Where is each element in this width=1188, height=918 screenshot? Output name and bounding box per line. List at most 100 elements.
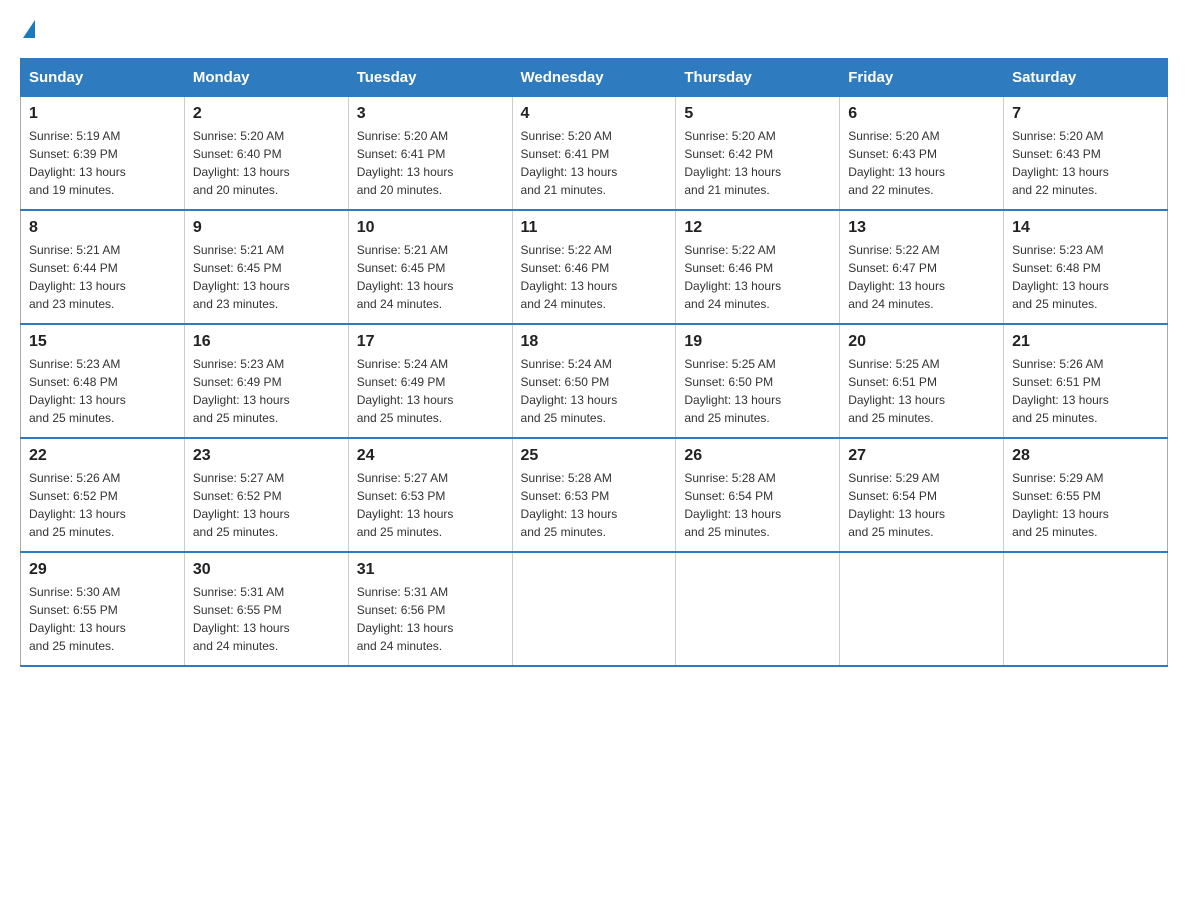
day-number: 1 — [29, 105, 176, 123]
calendar-cell: 2 Sunrise: 5:20 AM Sunset: 6:40 PM Dayli… — [184, 97, 348, 211]
day-number: 19 — [684, 333, 831, 351]
day-number: 13 — [848, 219, 995, 237]
logo-triangle-icon — [23, 20, 35, 38]
day-info: Sunrise: 5:31 AM Sunset: 6:56 PM Dayligh… — [357, 583, 504, 655]
calendar-cell: 26 Sunrise: 5:28 AM Sunset: 6:54 PM Dayl… — [676, 438, 840, 552]
calendar-cell: 24 Sunrise: 5:27 AM Sunset: 6:53 PM Dayl… — [348, 438, 512, 552]
day-number: 3 — [357, 105, 504, 123]
day-number: 6 — [848, 105, 995, 123]
day-number: 17 — [357, 333, 504, 351]
day-number: 22 — [29, 447, 176, 465]
day-number: 30 — [193, 561, 340, 579]
day-number: 8 — [29, 219, 176, 237]
day-info: Sunrise: 5:20 AM Sunset: 6:41 PM Dayligh… — [521, 127, 668, 199]
day-number: 31 — [357, 561, 504, 579]
calendar-cell: 10 Sunrise: 5:21 AM Sunset: 6:45 PM Dayl… — [348, 210, 512, 324]
day-number: 26 — [684, 447, 831, 465]
calendar-cell: 8 Sunrise: 5:21 AM Sunset: 6:44 PM Dayli… — [21, 210, 185, 324]
header-sunday: Sunday — [21, 59, 185, 97]
calendar-cell: 13 Sunrise: 5:22 AM Sunset: 6:47 PM Dayl… — [840, 210, 1004, 324]
day-number: 7 — [1012, 105, 1159, 123]
day-number: 23 — [193, 447, 340, 465]
day-info: Sunrise: 5:25 AM Sunset: 6:50 PM Dayligh… — [684, 355, 831, 427]
day-info: Sunrise: 5:22 AM Sunset: 6:46 PM Dayligh… — [684, 241, 831, 313]
calendar-cell: 11 Sunrise: 5:22 AM Sunset: 6:46 PM Dayl… — [512, 210, 676, 324]
day-number: 29 — [29, 561, 176, 579]
day-info: Sunrise: 5:27 AM Sunset: 6:53 PM Dayligh… — [357, 469, 504, 541]
calendar-cell: 21 Sunrise: 5:26 AM Sunset: 6:51 PM Dayl… — [1004, 324, 1168, 438]
calendar-cell — [840, 552, 1004, 666]
calendar-table: SundayMondayTuesdayWednesdayThursdayFrid… — [20, 58, 1168, 667]
day-info: Sunrise: 5:21 AM Sunset: 6:45 PM Dayligh… — [357, 241, 504, 313]
header-tuesday: Tuesday — [348, 59, 512, 97]
day-info: Sunrise: 5:20 AM Sunset: 6:41 PM Dayligh… — [357, 127, 504, 199]
day-number: 4 — [521, 105, 668, 123]
calendar-cell: 6 Sunrise: 5:20 AM Sunset: 6:43 PM Dayli… — [840, 97, 1004, 211]
calendar-cell: 19 Sunrise: 5:25 AM Sunset: 6:50 PM Dayl… — [676, 324, 840, 438]
calendar-cell: 27 Sunrise: 5:29 AM Sunset: 6:54 PM Dayl… — [840, 438, 1004, 552]
calendar-cell: 30 Sunrise: 5:31 AM Sunset: 6:55 PM Dayl… — [184, 552, 348, 666]
week-row-5: 29 Sunrise: 5:30 AM Sunset: 6:55 PM Dayl… — [21, 552, 1168, 666]
day-number: 28 — [1012, 447, 1159, 465]
calendar-cell: 18 Sunrise: 5:24 AM Sunset: 6:50 PM Dayl… — [512, 324, 676, 438]
calendar-cell: 15 Sunrise: 5:23 AM Sunset: 6:48 PM Dayl… — [21, 324, 185, 438]
calendar-cell: 25 Sunrise: 5:28 AM Sunset: 6:53 PM Dayl… — [512, 438, 676, 552]
calendar-cell: 20 Sunrise: 5:25 AM Sunset: 6:51 PM Dayl… — [840, 324, 1004, 438]
day-info: Sunrise: 5:20 AM Sunset: 6:43 PM Dayligh… — [1012, 127, 1159, 199]
day-number: 5 — [684, 105, 831, 123]
day-number: 24 — [357, 447, 504, 465]
day-number: 15 — [29, 333, 176, 351]
day-info: Sunrise: 5:23 AM Sunset: 6:48 PM Dayligh… — [1012, 241, 1159, 313]
calendar-cell: 14 Sunrise: 5:23 AM Sunset: 6:48 PM Dayl… — [1004, 210, 1168, 324]
calendar-cell: 5 Sunrise: 5:20 AM Sunset: 6:42 PM Dayli… — [676, 97, 840, 211]
week-row-4: 22 Sunrise: 5:26 AM Sunset: 6:52 PM Dayl… — [21, 438, 1168, 552]
calendar-cell: 9 Sunrise: 5:21 AM Sunset: 6:45 PM Dayli… — [184, 210, 348, 324]
day-number: 20 — [848, 333, 995, 351]
header-wednesday: Wednesday — [512, 59, 676, 97]
day-number: 10 — [357, 219, 504, 237]
day-info: Sunrise: 5:20 AM Sunset: 6:40 PM Dayligh… — [193, 127, 340, 199]
header-friday: Friday — [840, 59, 1004, 97]
header-monday: Monday — [184, 59, 348, 97]
day-info: Sunrise: 5:25 AM Sunset: 6:51 PM Dayligh… — [848, 355, 995, 427]
day-number: 9 — [193, 219, 340, 237]
week-row-2: 8 Sunrise: 5:21 AM Sunset: 6:44 PM Dayli… — [21, 210, 1168, 324]
day-info: Sunrise: 5:28 AM Sunset: 6:54 PM Dayligh… — [684, 469, 831, 541]
calendar-cell — [1004, 552, 1168, 666]
page-header — [20, 20, 1168, 38]
calendar-cell: 22 Sunrise: 5:26 AM Sunset: 6:52 PM Dayl… — [21, 438, 185, 552]
calendar-cell: 7 Sunrise: 5:20 AM Sunset: 6:43 PM Dayli… — [1004, 97, 1168, 211]
day-info: Sunrise: 5:21 AM Sunset: 6:44 PM Dayligh… — [29, 241, 176, 313]
day-info: Sunrise: 5:30 AM Sunset: 6:55 PM Dayligh… — [29, 583, 176, 655]
calendar-cell: 4 Sunrise: 5:20 AM Sunset: 6:41 PM Dayli… — [512, 97, 676, 211]
day-info: Sunrise: 5:28 AM Sunset: 6:53 PM Dayligh… — [521, 469, 668, 541]
calendar-cell: 3 Sunrise: 5:20 AM Sunset: 6:41 PM Dayli… — [348, 97, 512, 211]
day-info: Sunrise: 5:24 AM Sunset: 6:50 PM Dayligh… — [521, 355, 668, 427]
day-info: Sunrise: 5:23 AM Sunset: 6:49 PM Dayligh… — [193, 355, 340, 427]
day-info: Sunrise: 5:19 AM Sunset: 6:39 PM Dayligh… — [29, 127, 176, 199]
week-row-3: 15 Sunrise: 5:23 AM Sunset: 6:48 PM Dayl… — [21, 324, 1168, 438]
header-saturday: Saturday — [1004, 59, 1168, 97]
day-info: Sunrise: 5:22 AM Sunset: 6:47 PM Dayligh… — [848, 241, 995, 313]
calendar-cell: 12 Sunrise: 5:22 AM Sunset: 6:46 PM Dayl… — [676, 210, 840, 324]
calendar-cell: 1 Sunrise: 5:19 AM Sunset: 6:39 PM Dayli… — [21, 97, 185, 211]
day-number: 11 — [521, 219, 668, 237]
day-number: 14 — [1012, 219, 1159, 237]
day-number: 27 — [848, 447, 995, 465]
calendar-cell: 23 Sunrise: 5:27 AM Sunset: 6:52 PM Dayl… — [184, 438, 348, 552]
day-number: 12 — [684, 219, 831, 237]
calendar-cell: 31 Sunrise: 5:31 AM Sunset: 6:56 PM Dayl… — [348, 552, 512, 666]
calendar-cell: 28 Sunrise: 5:29 AM Sunset: 6:55 PM Dayl… — [1004, 438, 1168, 552]
day-info: Sunrise: 5:24 AM Sunset: 6:49 PM Dayligh… — [357, 355, 504, 427]
day-info: Sunrise: 5:22 AM Sunset: 6:46 PM Dayligh… — [521, 241, 668, 313]
day-info: Sunrise: 5:26 AM Sunset: 6:51 PM Dayligh… — [1012, 355, 1159, 427]
day-info: Sunrise: 5:23 AM Sunset: 6:48 PM Dayligh… — [29, 355, 176, 427]
day-info: Sunrise: 5:29 AM Sunset: 6:54 PM Dayligh… — [848, 469, 995, 541]
day-number: 21 — [1012, 333, 1159, 351]
day-number: 18 — [521, 333, 668, 351]
calendar-cell: 29 Sunrise: 5:30 AM Sunset: 6:55 PM Dayl… — [21, 552, 185, 666]
day-info: Sunrise: 5:20 AM Sunset: 6:42 PM Dayligh… — [684, 127, 831, 199]
logo — [20, 20, 39, 38]
day-number: 25 — [521, 447, 668, 465]
day-number: 16 — [193, 333, 340, 351]
